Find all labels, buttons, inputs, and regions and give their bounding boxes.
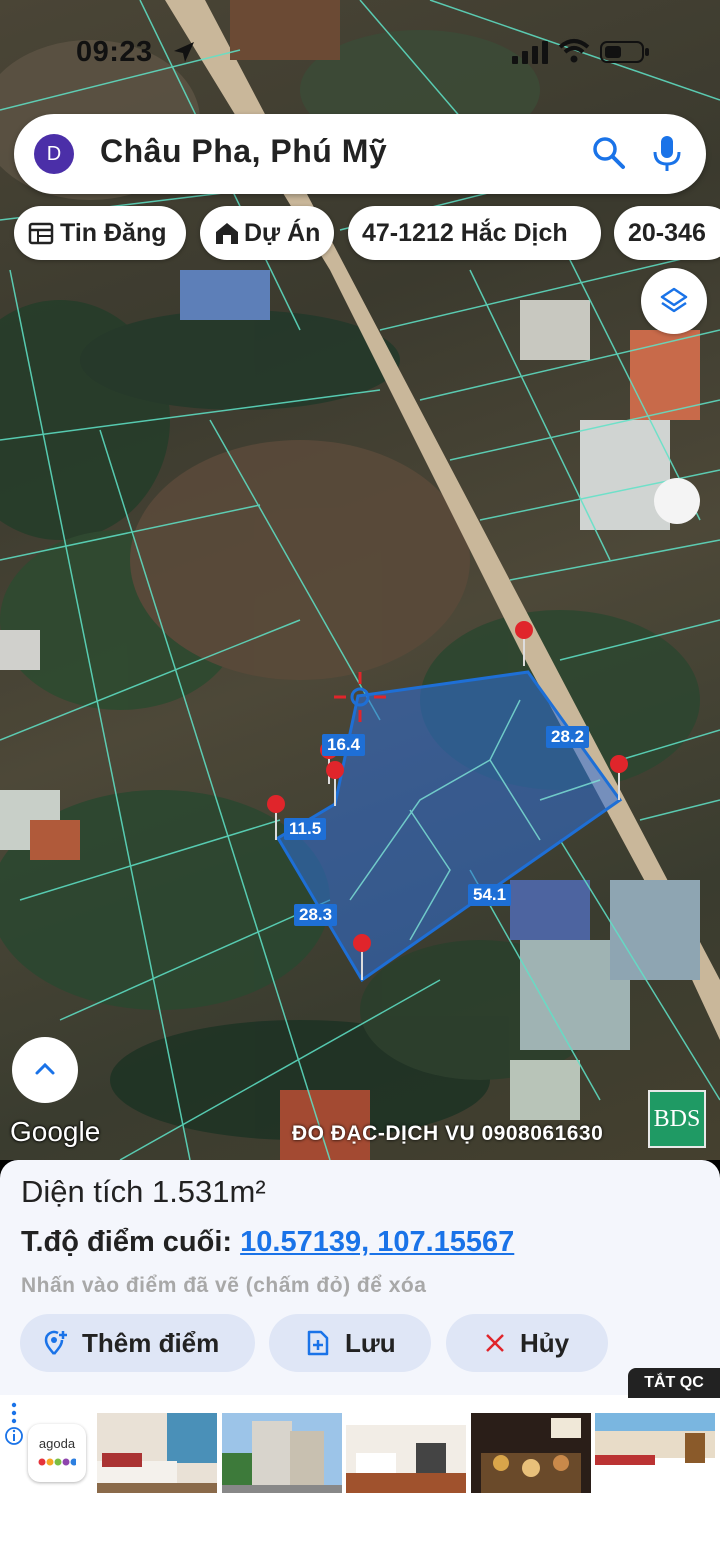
agoda-wordmark: agoda <box>38 1436 76 1451</box>
watermark-text: ĐO ĐẠC-DỊCH VỤ 0908061630 <box>292 1122 604 1145</box>
save-label: Lưu <box>345 1328 396 1358</box>
measurement-panel: Diện tích 1.531m² T.độ điểm cuối: 10.571… <box>0 1160 720 1405</box>
coord-label: T.độ điểm cuối: <box>21 1226 233 1258</box>
hotel-image[interactable] <box>471 1413 591 1493</box>
chip-label: Dự Án <box>244 219 321 247</box>
mic-icon[interactable] <box>650 134 684 172</box>
house-icon <box>216 223 238 244</box>
chip-tin-dang[interactable]: Tin Đăng <box>14 206 186 260</box>
chip-label: 47-1212 Hắc Dịch <box>362 219 568 247</box>
hint-text: Nhấn vào điểm đã vẽ (chấm đỏ) để xóa <box>21 1274 427 1297</box>
hotel-image[interactable] <box>97 1413 217 1493</box>
wifi-icon <box>558 39 590 63</box>
calendar-icon <box>28 222 54 245</box>
chip-label: Tin Đăng <box>60 219 167 247</box>
avatar[interactable]: D <box>34 134 74 174</box>
chip-parcel-20-346[interactable]: 20-346 <box>614 206 720 260</box>
segment-label: 28.2 <box>546 726 590 748</box>
map-view[interactable]: 16.4 28.2 11.5 28.3 54.1 09:23 D Châu Ph… <box>0 0 720 1160</box>
cancel-label: Hủy <box>520 1328 570 1358</box>
hide-ads-button[interactable]: TẮT QC <box>628 1368 720 1398</box>
save-file-icon <box>307 1330 329 1356</box>
hotel-image[interactable] <box>346 1413 466 1493</box>
info-icon[interactable] <box>4 1426 24 1446</box>
cancel-button[interactable]: Hủy <box>446 1314 608 1372</box>
chip-parcel-47-1212[interactable]: 47-1212 Hắc Dịch <box>348 206 601 260</box>
chevron-up-icon <box>35 1062 55 1075</box>
agoda-logo[interactable]: agoda <box>28 1424 86 1482</box>
segment-label: 16.4 <box>322 734 366 756</box>
add-point-label: Thêm điểm <box>82 1328 220 1358</box>
status-bar: 09:23 <box>0 28 720 78</box>
location-arrow-icon <box>174 42 194 62</box>
coord-link[interactable]: 10.57139, 107.15567 <box>240 1226 514 1258</box>
search-bar[interactable]: D Châu Pha, Phú Mỹ <box>14 114 706 194</box>
chip-label: 20-346 <box>628 219 706 247</box>
close-icon <box>486 1334 504 1352</box>
bds-logo: BDS <box>648 1090 706 1148</box>
area-text: Diện tích 1.531m² <box>21 1174 266 1209</box>
search-icon[interactable] <box>592 136 626 170</box>
expand-button[interactable] <box>12 1037 78 1103</box>
hotel-image[interactable] <box>222 1413 342 1493</box>
add-location-icon <box>44 1330 67 1355</box>
google-logo: Google <box>10 1116 101 1147</box>
agoda-dots-icon <box>38 1458 76 1466</box>
coordinate-row: T.độ điểm cuối: 10.57139, 107.15567 <box>21 1226 514 1259</box>
battery-icon <box>600 41 649 63</box>
layers-icon <box>660 287 688 313</box>
segment-label: 54.1 <box>468 884 512 906</box>
add-point-button[interactable]: Thêm điểm <box>20 1314 255 1372</box>
drag-handle[interactable] <box>654 478 700 524</box>
layers-button[interactable] <box>641 268 707 334</box>
search-query[interactable]: Châu Pha, Phú Mỹ <box>100 133 387 170</box>
segment-label: 11.5 <box>284 818 327 840</box>
signal-icon <box>512 41 548 64</box>
status-time: 09:23 <box>76 36 153 68</box>
more-vert-icon[interactable] <box>10 1402 18 1424</box>
chip-du-an[interactable]: Dự Án <box>200 206 334 260</box>
segment-label: 28.3 <box>294 904 338 926</box>
hotel-image[interactable] <box>595 1413 715 1493</box>
save-button[interactable]: Lưu <box>269 1314 431 1372</box>
